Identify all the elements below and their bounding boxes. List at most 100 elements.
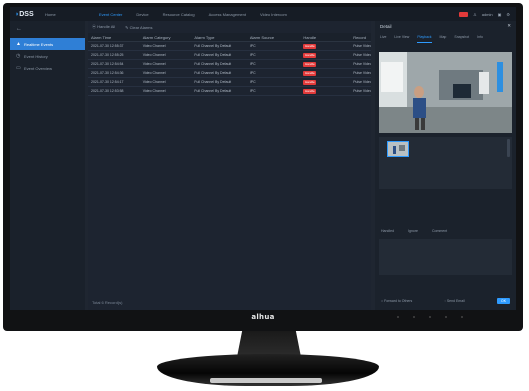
- tab-live[interactable]: Live: [380, 35, 386, 43]
- playback-video[interactable]: [379, 52, 512, 133]
- table-cell: 2021-07-30 12:53:58: [91, 89, 124, 93]
- snapshot-thumbnail[interactable]: [387, 141, 409, 157]
- comment-label: Comment: [431, 229, 448, 233]
- handle-cell[interactable]: Handle: [300, 52, 350, 58]
- table-cell: Video Channel: [142, 89, 166, 93]
- monitor-frame: ◗DSS Home Event Center Device Resource C…: [3, 3, 523, 331]
- send-email-checkbox[interactable]: ▫ Send Email: [445, 299, 465, 303]
- table-row[interactable]: 2021-07-30 12:55:37 Video Channel Full Cha…: [88, 42, 371, 51]
- table-cell: Pulse Video: [353, 62, 371, 66]
- tab-resource-catalog[interactable]: Resource Catalog: [163, 12, 195, 17]
- tab-device[interactable]: Device: [136, 12, 148, 17]
- close-icon[interactable]: ✕: [507, 23, 511, 29]
- left-nav: ← ▲ Realtime Events ◷ Event History ▭ Ev…: [10, 21, 85, 310]
- monitor-buttons: [397, 316, 463, 318]
- handle-button[interactable]: Handle: [303, 70, 317, 76]
- handle-all-button[interactable]: ⦿ Handle All: [92, 24, 115, 30]
- table-body: 2021-07-30 12:55:37 Video Channel Full Cha…: [88, 42, 371, 96]
- user-icon[interactable]: ♙: [473, 12, 477, 17]
- event-table-panel: ⦿ Handle All ✎ Clear Alarms Alarm Time A…: [88, 21, 371, 310]
- handle-button[interactable]: Handle: [303, 61, 317, 67]
- table-cell: Video Channel: [142, 62, 166, 66]
- table-row[interactable]: 2021-07-30 12:53:58 Video Channel Full Cha…: [88, 87, 371, 96]
- table-cell: Video Channel: [142, 80, 166, 84]
- column-header[interactable]: Record: [350, 35, 371, 40]
- nav-label: Event History: [24, 53, 48, 59]
- handled-label[interactable]: Handled: [381, 229, 394, 233]
- handle-cell[interactable]: Handle: [300, 61, 350, 67]
- detail-panel: Detail ✕ Live Live View Playback Map Sna…: [375, 21, 516, 310]
- forward-checkbox[interactable]: ○ Forward to Others: [381, 299, 412, 303]
- tab-live-view[interactable]: Live View: [394, 35, 409, 43]
- table-cell: 2021-07-30 12:55:37: [91, 44, 124, 48]
- clear-alarms-button[interactable]: ✎ Clear Alarms: [125, 25, 152, 30]
- table-cell: Video Channel: [142, 53, 166, 57]
- table-cell: IPC: [249, 71, 256, 75]
- snapshot-scrollbar[interactable]: [507, 139, 510, 157]
- column-header[interactable]: Handle: [300, 35, 350, 40]
- monitor-button[interactable]: [429, 316, 431, 318]
- home-tab[interactable]: Home: [45, 12, 99, 17]
- nav-realtime-events[interactable]: ▲ Realtime Events: [10, 38, 85, 50]
- tab-playback[interactable]: Playback: [417, 35, 432, 43]
- lock-icon[interactable]: ▣: [498, 12, 502, 17]
- alarm-badge[interactable]: [459, 11, 469, 17]
- column-header[interactable]: Alarm Source: [247, 35, 301, 40]
- handle-button[interactable]: Handle: [303, 52, 317, 58]
- handle-button[interactable]: Handle: [303, 79, 317, 85]
- handle-cell[interactable]: Handle: [300, 70, 350, 76]
- dss-screen: ◗DSS Home Event Center Device Resource C…: [10, 7, 516, 310]
- handle-button[interactable]: Handle: [303, 43, 317, 49]
- detail-header: Detail ✕: [375, 21, 516, 31]
- table-cell: Full Channel By Default: [194, 80, 232, 84]
- nav-event-history[interactable]: ◷ Event History: [10, 50, 85, 62]
- table-cell: Full Channel By Default: [194, 89, 232, 93]
- handle-cell[interactable]: Handle: [300, 43, 350, 49]
- tab-map[interactable]: Map: [440, 35, 447, 43]
- snapshot-thumbnail-image: [388, 142, 408, 156]
- table-row[interactable]: 2021-07-30 12:54:54 Video Channel Full Cha…: [88, 60, 371, 69]
- column-header[interactable]: Alarm Time: [88, 35, 140, 40]
- record-count: Total 6 Record(s): [92, 300, 123, 305]
- table-cell: Pulse Video: [353, 53, 371, 57]
- column-header[interactable]: Alarm Type: [191, 35, 246, 40]
- tab-event-center[interactable]: Event Center: [99, 12, 122, 17]
- table-toolbar: ⦿ Handle All ✎ Clear Alarms: [88, 21, 371, 33]
- nav-event-overview[interactable]: ▭ Event Overview: [10, 62, 85, 74]
- nav-label: Realtime Events: [24, 41, 54, 47]
- table-cell: IPC: [249, 53, 256, 57]
- table-cell: Full Channel By Default: [194, 62, 232, 66]
- monitor-button[interactable]: [461, 316, 463, 318]
- table-cell: Full Channel By Default: [194, 44, 232, 48]
- ignore-label[interactable]: Ignore: [408, 229, 418, 233]
- tab-video-intercom[interactable]: Video Intercom: [260, 12, 287, 17]
- snapshot-strip: [379, 137, 512, 189]
- table-cell: Video Channel: [142, 71, 166, 75]
- handle-button[interactable]: Handle: [303, 88, 317, 94]
- back-arrow-icon[interactable]: ←: [16, 26, 85, 38]
- top-bar: ◗DSS Home Event Center Device Resource C…: [10, 7, 516, 21]
- table-row[interactable]: 2021-07-30 12:54:17 Video Channel Full Cha…: [88, 78, 371, 87]
- history-icon: ◷: [16, 53, 21, 59]
- tab-info[interactable]: Info: [477, 35, 483, 43]
- monitor-button[interactable]: [413, 316, 415, 318]
- handle-cell[interactable]: Handle: [300, 88, 350, 94]
- ok-button[interactable]: OK: [497, 298, 510, 304]
- tab-snapshot[interactable]: Snapshot: [454, 35, 469, 43]
- alarm-icon: ▲: [16, 41, 21, 47]
- settings-icon[interactable]: ⚙: [506, 12, 510, 17]
- table-header: Alarm Time Alarm Category Alarm Type Ala…: [88, 33, 371, 42]
- table-row[interactable]: 2021-07-30 12:54:36 Video Channel Full Cha…: [88, 69, 371, 78]
- tab-access-management[interactable]: Access Management: [209, 12, 246, 17]
- table-cell: 2021-07-30 12:54:36: [91, 71, 124, 75]
- monitor-button[interactable]: [397, 316, 399, 318]
- handle-cell[interactable]: Handle: [300, 79, 350, 85]
- monitor-button[interactable]: [445, 316, 447, 318]
- table-cell: IPC: [249, 89, 256, 93]
- comment-textarea[interactable]: [379, 239, 512, 275]
- table-row[interactable]: 2021-07-30 12:55:25 Video Channel Full Cha…: [88, 51, 371, 60]
- column-header[interactable]: Alarm Category: [140, 35, 192, 40]
- table-cell: Full Channel By Default: [194, 71, 232, 75]
- user-name[interactable]: admin: [482, 12, 493, 17]
- nav-label: Event Overview: [24, 65, 53, 71]
